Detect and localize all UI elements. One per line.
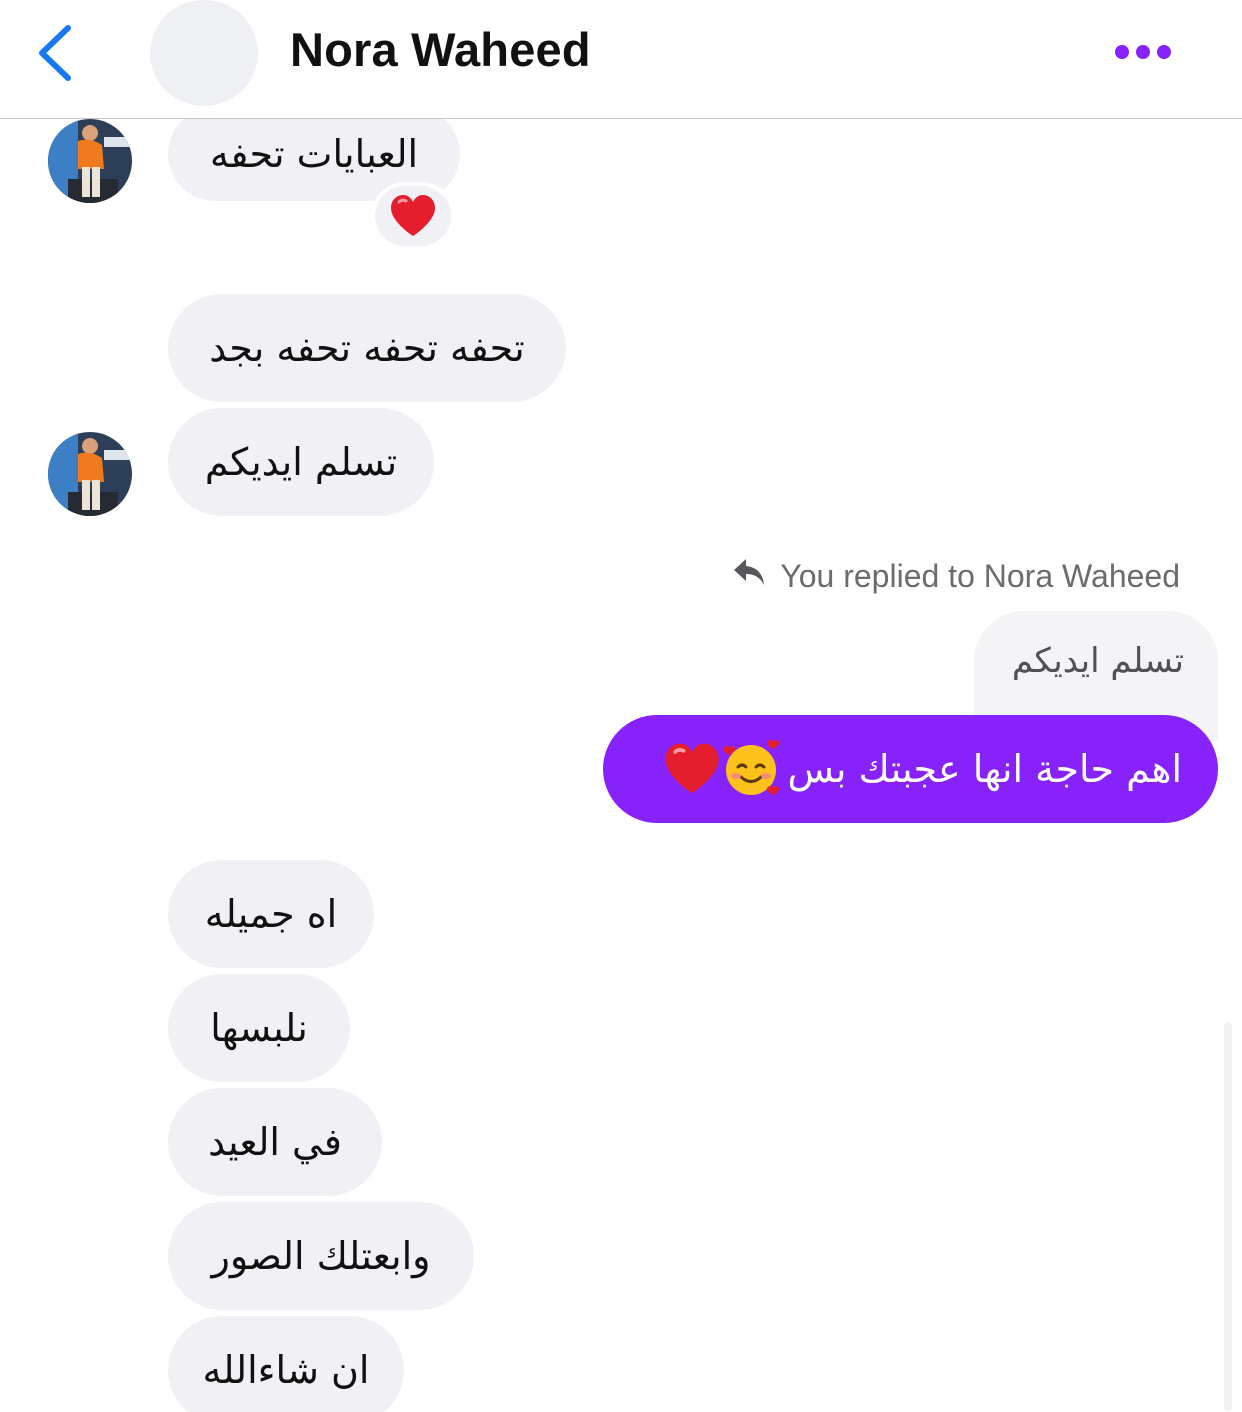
chevron-left-icon — [39, 25, 71, 81]
message-thread[interactable]: العبايات تحفه تحفه تحفه تحفه بجد تسلم اي… — [0, 119, 1242, 1412]
sent-message-text: اهم حاجة انها عجبتك بس — [787, 747, 1182, 791]
conversation-header: Nora Waheed — [0, 0, 1242, 119]
contact-name[interactable]: Nora Waheed — [290, 22, 591, 77]
received-message[interactable]: في العيد — [168, 1088, 382, 1196]
reply-label-text: You replied to Nora Waheed — [780, 557, 1180, 594]
message-text: العبايات تحفه — [209, 132, 419, 176]
sender-avatar[interactable] — [48, 432, 132, 516]
back-button[interactable] — [30, 20, 90, 86]
received-message[interactable]: ان شاءالله — [168, 1316, 404, 1412]
sent-message[interactable]: اهم حاجة انها عجبتك بس — [603, 715, 1218, 823]
message-text: اه جميله — [204, 892, 338, 936]
message-text: تسلم ايديكم — [204, 440, 398, 484]
message-text: في العيد — [208, 1120, 342, 1164]
sender-avatar[interactable] — [48, 119, 132, 203]
scrollbar[interactable] — [1224, 1022, 1232, 1412]
received-message[interactable]: تسلم ايديكم — [168, 408, 434, 516]
received-message[interactable]: نلبسها — [168, 974, 350, 1082]
message-text: وابعتلك الصور — [211, 1234, 431, 1278]
red-heart-icon — [391, 195, 435, 236]
smiling-face-with-hearts-icon — [723, 740, 780, 795]
received-message[interactable]: وابعتلك الصور — [168, 1202, 474, 1310]
more-dots-icon — [1115, 45, 1171, 59]
reply-arrow-icon — [732, 557, 766, 595]
quoted-text: تسلم ايديكم — [1011, 641, 1184, 681]
message-text: تحفه تحفه تحفه بجد — [209, 326, 525, 370]
received-message[interactable]: اه جميله — [168, 860, 374, 968]
sent-emojis — [663, 740, 781, 798]
more-options-button[interactable] — [1112, 40, 1176, 64]
message-text: ان شاءالله — [202, 1348, 370, 1392]
received-message[interactable]: تحفه تحفه تحفه بجد — [168, 294, 566, 402]
message-text: نلبسها — [210, 1006, 308, 1050]
contact-avatar[interactable] — [150, 0, 258, 106]
red-heart-icon — [665, 743, 720, 794]
reply-indicator: You replied to Nora Waheed — [732, 557, 1180, 595]
message-reaction[interactable] — [371, 182, 455, 250]
